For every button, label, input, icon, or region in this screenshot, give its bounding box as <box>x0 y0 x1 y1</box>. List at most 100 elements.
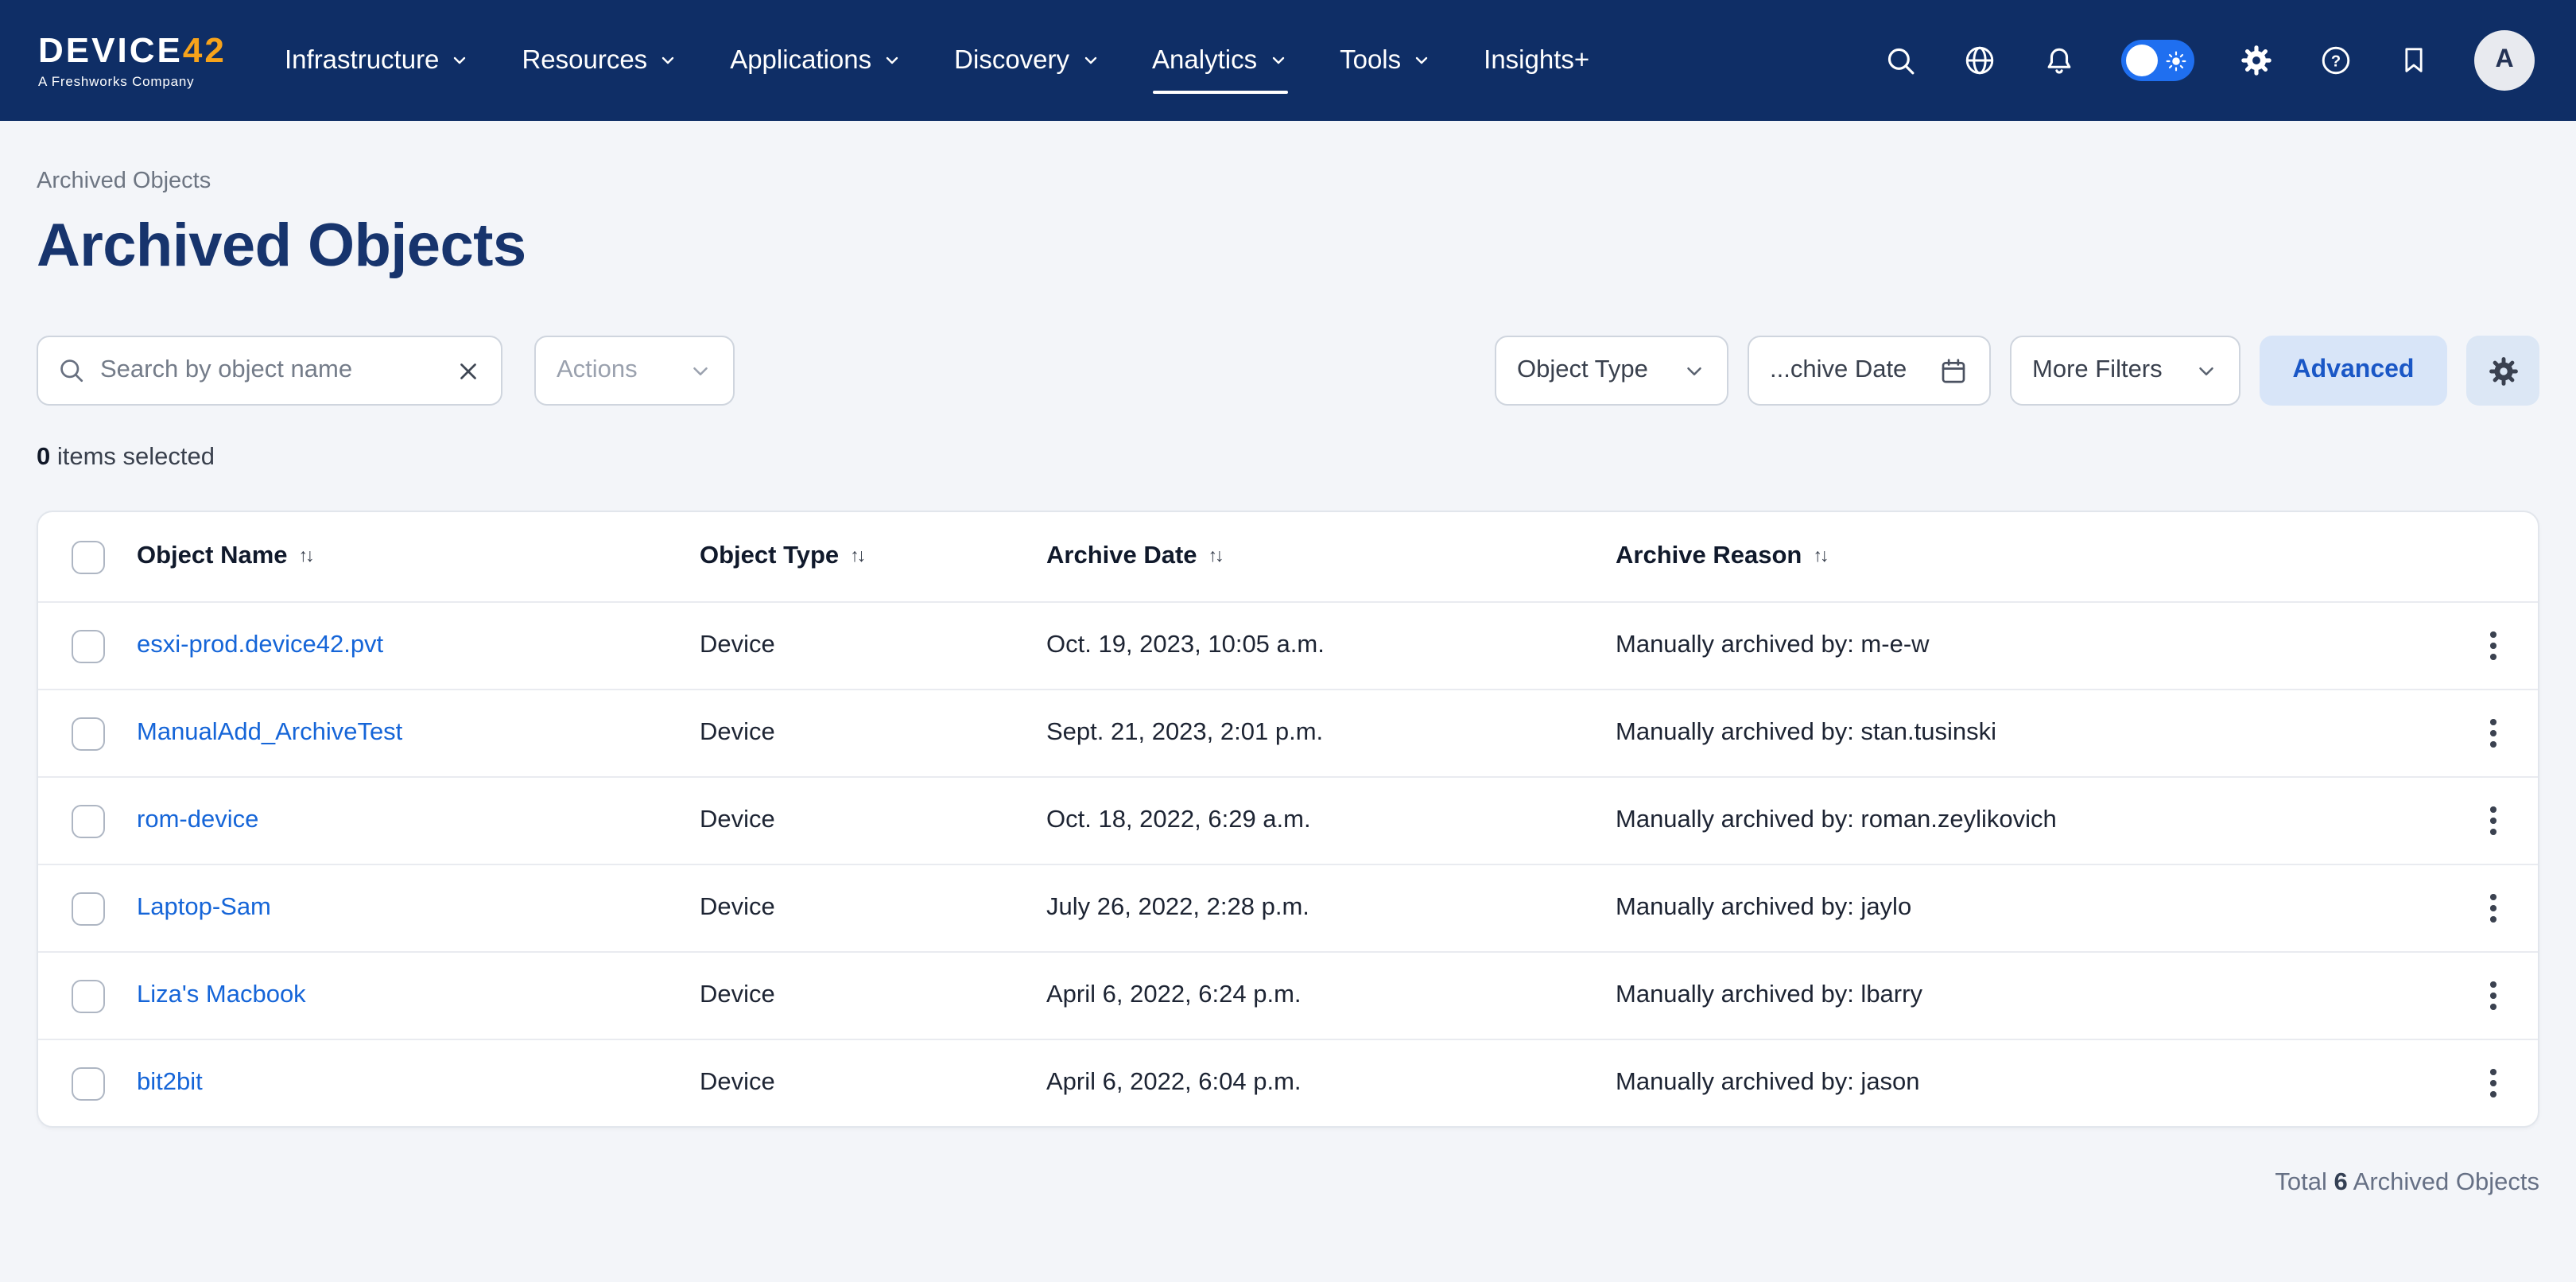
archive-reason-cell: Manually archived by: stan.tusinski <box>1616 719 2449 748</box>
object-type-cell: Device <box>700 631 1046 660</box>
page-content: Archived Objects Archived Objects Action… <box>0 169 2576 1198</box>
chevron-down-icon <box>1412 51 1431 70</box>
row-menu-kebab-icon[interactable] <box>2482 973 2504 1018</box>
more-filters-dropdown[interactable]: More Filters <box>2010 336 2240 406</box>
row-menu-kebab-icon[interactable] <box>2482 711 2504 756</box>
archive-date-cell: Oct. 19, 2023, 10:05 a.m. <box>1046 631 1616 660</box>
close-icon <box>455 357 482 384</box>
archive-reason-cell: Manually archived by: jason <box>1616 1069 2449 1097</box>
row-checkbox[interactable] <box>71 892 104 925</box>
nav-item-resources[interactable]: Resources <box>522 45 677 76</box>
bookmarks-button[interactable] <box>2398 45 2430 76</box>
object-name-link[interactable]: Liza's Macbook <box>137 981 306 1010</box>
row-menu-kebab-icon[interactable] <box>2482 798 2504 843</box>
page-title: Archived Objects <box>37 212 2539 282</box>
table-row: Laptop-Sam Device July 26, 2022, 2:28 p.… <box>38 864 2538 951</box>
row-menu-kebab-icon[interactable] <box>2482 624 2504 668</box>
column-header-object-name[interactable]: Object Name ↑↓ <box>137 542 312 571</box>
archive-reason-cell: Manually archived by: roman.zeylikovich <box>1616 806 2449 835</box>
total-suffix: Archived Objects <box>2348 1169 2539 1196</box>
table-header-row: Object Name ↑↓ Object Type ↑↓ Archive Da… <box>38 512 2538 601</box>
navbar-actions: ? A <box>1884 30 2535 91</box>
archive-reason-cell: Manually archived by: m-e-w <box>1616 631 2449 660</box>
column-header-object-type[interactable]: Object Type ↑↓ <box>700 542 863 571</box>
row-checkbox[interactable] <box>71 717 104 750</box>
search-icon <box>57 356 86 385</box>
user-avatar[interactable]: A <box>2474 30 2535 91</box>
advanced-button[interactable]: Advanced <box>2260 336 2447 406</box>
theme-toggle[interactable] <box>2121 40 2194 81</box>
column-header-archive-date[interactable]: Archive Date ↑↓ <box>1046 542 1222 571</box>
object-name-link[interactable]: Laptop-Sam <box>137 894 271 923</box>
selection-count: 0 <box>37 444 50 471</box>
toggle-knob <box>2126 45 2158 76</box>
actions-label: Actions <box>557 356 638 385</box>
row-checkbox[interactable] <box>71 804 104 837</box>
sun-icon <box>2166 50 2186 71</box>
notifications-button[interactable] <box>2042 43 2077 78</box>
nav-item-insights[interactable]: Insights+ <box>1484 45 1589 76</box>
nav-item-label: Tools <box>1340 45 1401 76</box>
row-checkbox[interactable] <box>71 1066 104 1100</box>
nav-item-tools[interactable]: Tools <box>1340 45 1431 76</box>
total-count: Total 6 Archived Objects <box>37 1169 2539 1198</box>
object-name-link[interactable]: bit2bit <box>137 1069 203 1097</box>
object-type-dropdown[interactable]: Object Type <box>1495 336 1728 406</box>
nav-item-infrastructure[interactable]: Infrastructure <box>285 45 469 76</box>
table-settings-button[interactable] <box>2466 336 2539 406</box>
table-row: ManualAdd_ArchiveTest Device Sept. 21, 2… <box>38 689 2538 776</box>
logo-wordmark: DEVICE42 <box>38 33 242 68</box>
chevron-down-icon <box>1080 51 1100 70</box>
archive-date-cell: July 26, 2022, 2:28 p.m. <box>1046 894 1616 923</box>
object-name-link[interactable]: esxi-prod.device42.pvt <box>137 631 383 660</box>
clear-search-button[interactable] <box>455 357 482 384</box>
archived-objects-table: Object Name ↑↓ Object Type ↑↓ Archive Da… <box>37 511 2539 1128</box>
nav-item-analytics[interactable]: Analytics <box>1152 45 1287 76</box>
logo-subtitle: A Freshworks Company <box>38 72 242 88</box>
row-checkbox[interactable] <box>71 979 104 1012</box>
nav-item-discovery[interactable]: Discovery <box>954 45 1100 76</box>
main-navigation: Infrastructure Resources Applications Di… <box>285 0 1589 121</box>
object-search <box>37 336 502 406</box>
selection-label: items selected <box>50 444 215 471</box>
help-button[interactable]: ? <box>2318 43 2353 78</box>
bookmark-icon <box>2398 45 2430 76</box>
object-name-link[interactable]: ManualAdd_ArchiveTest <box>137 719 402 748</box>
logo-text-42: 42 <box>183 29 227 69</box>
row-menu-kebab-icon[interactable] <box>2482 886 2504 930</box>
filter-group: Object Type ...chive Date More Filters A… <box>1495 336 2539 406</box>
select-all-checkbox[interactable] <box>71 540 104 573</box>
bell-icon <box>2042 43 2077 78</box>
toolbar: Actions Object Type ...chive Date More F… <box>37 336 2539 406</box>
column-header-archive-reason[interactable]: Archive Reason ↑↓ <box>1616 542 1826 571</box>
sort-icon: ↑↓ <box>1208 547 1222 566</box>
device42-logo[interactable]: DEVICE42 A Freshworks Company <box>38 33 242 88</box>
app-root: DEVICE42 A Freshworks Company Infrastruc… <box>0 0 2576 1282</box>
language-globe-button[interactable] <box>1962 43 1997 78</box>
object-type-label: Object Type <box>1517 356 1648 385</box>
nav-item-label: Analytics <box>1152 45 1257 76</box>
archive-date-label: ...chive Date <box>1770 356 1907 385</box>
actions-dropdown[interactable]: Actions <box>534 336 735 406</box>
navbar-search-button[interactable] <box>1884 44 1918 77</box>
sort-icon: ↑↓ <box>850 547 863 566</box>
archive-date-filter[interactable]: ...chive Date <box>1748 336 1991 406</box>
nav-item-applications[interactable]: Applications <box>730 45 902 76</box>
nav-item-label: Applications <box>730 45 871 76</box>
logo-text-device: DEVICE <box>38 29 183 69</box>
row-menu-kebab-icon[interactable] <box>2482 1061 2504 1105</box>
sort-icon: ↑↓ <box>1813 547 1826 566</box>
search-input[interactable] <box>100 356 440 385</box>
object-type-cell: Device <box>700 981 1046 1010</box>
settings-button[interactable] <box>2239 43 2274 78</box>
chevron-down-icon <box>883 51 902 70</box>
total-label: Total <box>2275 1169 2334 1196</box>
chevron-down-icon <box>689 359 712 383</box>
object-type-cell: Device <box>700 719 1046 748</box>
chevron-down-icon <box>658 51 677 70</box>
row-checkbox[interactable] <box>71 629 104 662</box>
table-row: bit2bit Device April 6, 2022, 6:04 p.m. … <box>38 1039 2538 1126</box>
table-row: esxi-prod.device42.pvt Device Oct. 19, 2… <box>38 601 2538 689</box>
sort-icon: ↑↓ <box>299 547 312 566</box>
object-name-link[interactable]: rom-device <box>137 806 258 835</box>
